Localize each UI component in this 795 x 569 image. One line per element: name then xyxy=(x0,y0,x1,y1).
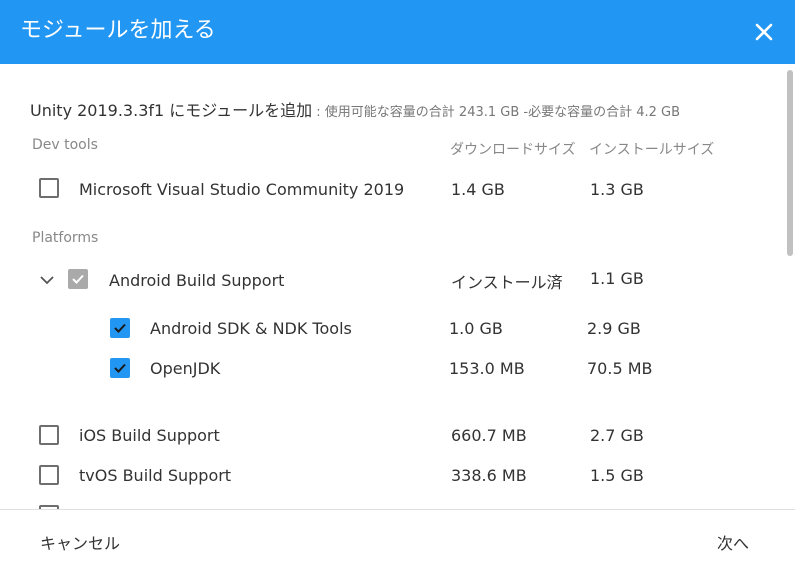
dialog-footer: キャンセル 次へ xyxy=(0,509,795,569)
download-status: インストール済 xyxy=(451,273,563,292)
tvos-checkbox[interactable] xyxy=(39,465,59,485)
module-label: iOS Build Support xyxy=(79,426,220,445)
dialog-title: モジュールを加える xyxy=(20,18,216,43)
dialog-header: モジュールを加える xyxy=(0,0,795,64)
module-row-tvos: tvOS Build Support 338.6 MB 1.5 GB xyxy=(0,457,780,493)
check-icon xyxy=(114,363,126,373)
column-header-download: ダウンロードサイズ xyxy=(450,142,576,158)
module-row-visual-studio: Microsoft Visual Studio Community 2019 1… xyxy=(0,171,780,207)
download-size: 153.0 MB xyxy=(449,359,525,378)
close-icon xyxy=(755,23,773,41)
install-size: 1.5 GB xyxy=(590,466,644,485)
download-size: 660.7 MB xyxy=(451,426,527,445)
summary-detail: : 使用可能な容量の合計 243.1 GB -必要な容量の合計 4.2 GB xyxy=(312,105,681,120)
module-label: OpenJDK xyxy=(150,359,221,378)
module-row-ios: iOS Build Support 660.7 MB 2.7 GB xyxy=(0,417,780,453)
section-platforms: Platforms xyxy=(32,230,99,246)
check-icon xyxy=(72,274,84,284)
download-size: 1.4 GB xyxy=(451,180,505,199)
install-size: 1.3 GB xyxy=(590,180,644,199)
check-icon xyxy=(114,323,126,333)
module-row-android: Android Build Support インストール済 1.1 GB xyxy=(0,262,780,298)
scrollbar[interactable] xyxy=(785,64,795,509)
openjdk-checkbox[interactable] xyxy=(110,358,130,378)
module-row-partial xyxy=(0,497,780,509)
install-size: 2.7 GB xyxy=(590,426,644,445)
module-label: Android SDK & NDK Tools xyxy=(150,319,352,338)
close-button[interactable] xyxy=(750,18,778,46)
visual-studio-checkbox[interactable] xyxy=(39,178,59,198)
install-size: 2.9 GB xyxy=(587,319,641,338)
scrollbar-thumb[interactable] xyxy=(787,70,793,256)
space-summary: Unity 2019.3.3f1 にモジュールを追加 : 使用可能な容量の合計 … xyxy=(30,97,680,121)
module-label: Android Build Support xyxy=(109,271,285,290)
summary-main: Unity 2019.3.3f1 にモジュールを追加 xyxy=(30,101,313,120)
module-list[interactable]: Unity 2019.3.3f1 にモジュールを追加 : 使用可能な容量の合計 … xyxy=(0,64,795,509)
chevron-down-icon xyxy=(40,276,54,285)
download-size: 1.0 GB xyxy=(449,319,503,338)
next-button[interactable]: 次へ xyxy=(717,530,749,554)
android-checkbox[interactable] xyxy=(68,269,88,289)
module-label: Microsoft Visual Studio Community 2019 xyxy=(79,180,405,199)
section-dev-tools: Dev tools xyxy=(32,137,98,153)
module-row-android-sdk: Android SDK & NDK Tools 1.0 GB 2.9 GB xyxy=(0,310,780,346)
cancel-button[interactable]: キャンセル xyxy=(40,530,120,554)
module-row-openjdk: OpenJDK 153.0 MB 70.5 MB xyxy=(0,350,780,386)
android-sdk-checkbox[interactable] xyxy=(110,318,130,338)
download-size: 338.6 MB xyxy=(451,466,527,485)
column-header-install: インストールサイズ xyxy=(589,142,715,158)
module-label: tvOS Build Support xyxy=(79,466,232,485)
install-size: 1.1 GB xyxy=(590,269,644,288)
android-expand-toggle[interactable] xyxy=(39,272,55,288)
ios-checkbox[interactable] xyxy=(39,425,59,445)
install-size: 70.5 MB xyxy=(587,359,653,378)
